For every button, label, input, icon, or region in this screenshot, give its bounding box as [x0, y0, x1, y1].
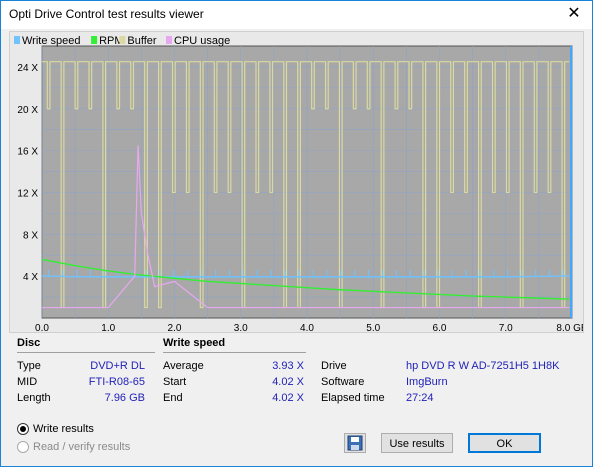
read-verify-option: Read / verify results [17, 441, 130, 453]
save-icon [347, 435, 363, 451]
disc-section-title: Disc [17, 337, 41, 349]
x-tick-label: 5.0 [366, 323, 380, 332]
write-results-label: Write results [33, 423, 94, 435]
disc-type-value: DVD+R DL [90, 360, 145, 372]
drive-value: hp DVD R W AD-7251H5 1H8K [406, 360, 560, 372]
y-tick-label: 4 X [23, 272, 38, 283]
elapsed-time-value: 27:24 [406, 392, 434, 404]
legend-swatch [119, 36, 126, 44]
software-value: ImgBurn [406, 376, 448, 388]
close-icon[interactable]: ✕ [562, 4, 586, 24]
read-verify-radio [17, 441, 29, 453]
write-speed-divider [163, 352, 306, 353]
y-tick-label: 16 X [17, 147, 38, 158]
x-tick-label: 7.0 [499, 323, 513, 332]
legend-swatch [166, 36, 172, 44]
elapsed-time-label: Elapsed time [321, 392, 385, 404]
read-verify-label: Read / verify results [33, 441, 131, 453]
disc-length-value: 7.96 GB [104, 392, 145, 404]
x-tick-label: 2.0 [168, 323, 182, 332]
use-results-button[interactable]: Use results [381, 433, 453, 453]
results-chart: Write speed RPM Buffer CPU usage 24 X 20 X 16 … [9, 31, 584, 333]
y-tick-label: 12 X [17, 188, 38, 199]
y-tick-label: 20 X [17, 105, 38, 116]
x-tick-label: 1.0 [101, 323, 115, 332]
disc-mid-label: MID [17, 376, 38, 388]
ok-button[interactable]: OK [468, 433, 541, 453]
x-tick-label: 4.0 [300, 323, 314, 332]
y-tick-label: 24 X [17, 63, 38, 74]
legend-label: Buffer [127, 35, 156, 47]
x-tick-label: 6.0 [433, 323, 447, 332]
software-label: Software [321, 376, 365, 388]
window-title: Opti Drive Control test results viewer [9, 7, 204, 21]
title-bar: Opti Drive Control test results viewer ✕ [1, 1, 592, 29]
app-window: Opti Drive Control test results viewer ✕… [0, 0, 593, 467]
start-label: Start [163, 376, 187, 388]
write-speed-section-title: Write speed [163, 337, 226, 349]
x-tick-label: 3.0 [234, 323, 248, 332]
disc-length-label: Length [17, 392, 51, 404]
x-tick-label: 8.0 GB [556, 323, 583, 332]
average-value: 3.93 X [272, 360, 304, 372]
legend-label: Write speed [22, 35, 81, 47]
drive-label: Drive [321, 360, 347, 372]
save-button[interactable] [344, 433, 366, 453]
start-value: 4.02 X [272, 376, 304, 388]
write-results-radio[interactable] [17, 423, 29, 435]
chart-svg: Write speed RPM Buffer CPU usage24 X20 X16 … [14, 35, 583, 332]
end-label: End [163, 392, 183, 404]
disc-divider [17, 352, 155, 353]
legend-label: CPU usage [174, 35, 230, 47]
average-label: Average [163, 360, 204, 372]
disc-mid-value: FTI-R08-65 [88, 376, 145, 388]
end-value: 4.02 X [272, 392, 304, 404]
x-tick-label: 0.0 [35, 323, 49, 332]
write-results-option[interactable]: Write results [17, 423, 94, 435]
y-tick-label: 8 X [23, 230, 38, 241]
disc-type-label: Type [17, 360, 41, 372]
legend-swatch [91, 36, 98, 44]
legend-swatch [14, 36, 20, 44]
